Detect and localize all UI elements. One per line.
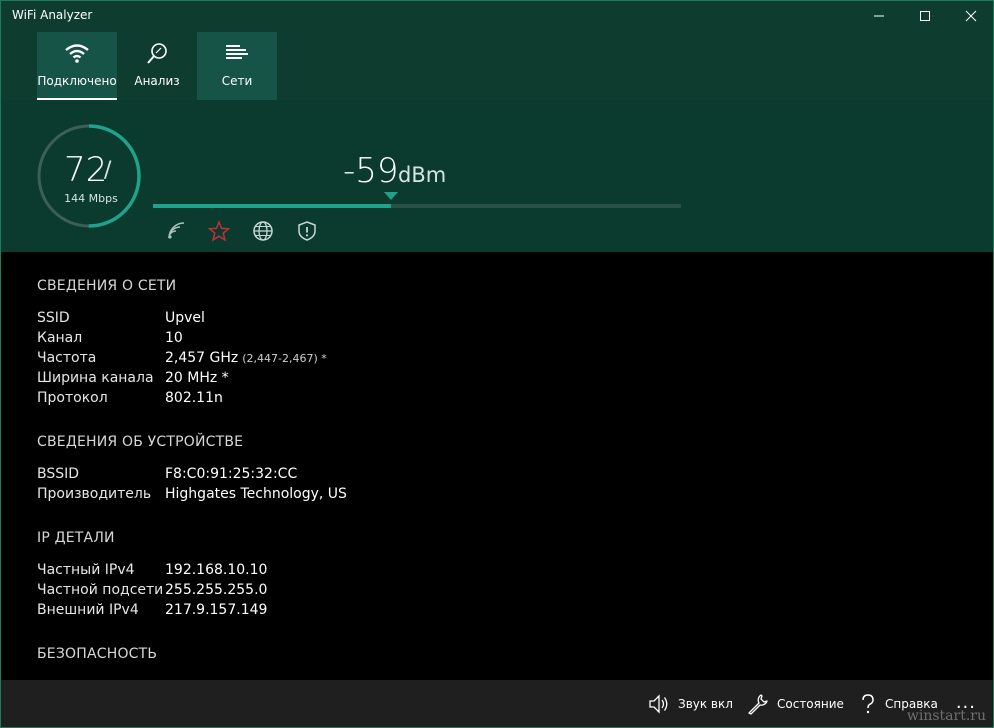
signal-strength-fill	[153, 204, 391, 208]
row-key: Протокол	[37, 390, 108, 406]
link-speed-max: 144 Mbps	[64, 192, 118, 205]
wrench-icon	[748, 694, 768, 715]
title-bar: WiFi Analyzer	[0, 0, 994, 32]
sound-toggle-button[interactable]: Звук вкл	[648, 680, 733, 728]
tab-analysis-label: Анализ	[134, 74, 180, 88]
row-value: 10	[165, 330, 183, 346]
ip-details-heading: IP ДЕТАЛИ	[37, 530, 115, 546]
signal-strength-value: -59	[343, 151, 399, 191]
external-ipv4-value: 217.9.157.149	[165, 602, 268, 618]
shield-icon	[298, 221, 316, 241]
network-info-heading: СВЕДЕНИЯ О СЕТИ	[37, 278, 177, 294]
tab-networks[interactable]: Сети	[197, 32, 277, 100]
watermark: winstart.ru	[906, 708, 986, 724]
row-value: 802.11n	[165, 390, 223, 406]
row-key: Частота	[37, 350, 97, 366]
ssid-value: Upvel	[165, 310, 205, 326]
row-value: Upvel	[165, 310, 205, 326]
tab-connected-label: Подключено	[37, 74, 117, 88]
tab-networks-label: Сети	[221, 74, 253, 88]
minimize-button[interactable]	[856, 0, 902, 32]
globe-icon	[253, 221, 273, 241]
wifi-weak-icon	[168, 222, 185, 239]
frequency-value: 2,457 GHz	[165, 350, 239, 366]
row-key: Канал	[37, 330, 83, 346]
signal-strength-bar	[153, 204, 681, 208]
device-info-heading: СВЕДЕНИЯ ОБ УСТРОЙСТВЕ	[37, 434, 244, 450]
link-speed-slash: /	[104, 158, 112, 183]
status-internet[interactable]	[252, 220, 274, 242]
speaker-icon	[649, 694, 668, 714]
maximize-icon	[920, 11, 930, 21]
wifi-icon	[65, 44, 89, 63]
row-value: 2,457 GHz (2,447-2,467) *	[165, 350, 327, 366]
nav-bar: Подключено Анализ Сети	[0, 32, 994, 100]
star-icon	[207, 220, 231, 242]
private-ipv4-value: 192.168.10.10	[165, 562, 268, 578]
row-key: SSID	[37, 310, 70, 326]
signal-strength-unit: dBm	[398, 163, 447, 187]
row-key: BSSID	[37, 466, 80, 482]
row-key: Внешний IPv4	[37, 602, 139, 618]
minimize-icon	[874, 15, 884, 17]
signal-marker	[384, 192, 398, 200]
row-key: Ширина канала	[37, 370, 154, 386]
link-speed-value: 72	[64, 150, 108, 190]
manufacturer-value: Highgates Technology, US	[165, 486, 347, 502]
status-favorite[interactable]	[207, 220, 231, 242]
status-security[interactable]	[296, 220, 318, 242]
row-key: Производитель	[37, 486, 152, 502]
maximize-button[interactable]	[902, 0, 948, 32]
tab-connected[interactable]: Подключено	[37, 32, 117, 100]
connection-summary: 72 / 144 Mbps -59 dBm	[0, 100, 994, 252]
command-bar: Звук вкл Состояние Справка ...	[0, 680, 994, 728]
subnet-mask-value: 255.255.255.0	[165, 582, 268, 598]
protocol-value: 802.11n	[165, 390, 223, 406]
close-icon	[965, 10, 977, 22]
row-key: Частный IPv4	[37, 562, 135, 578]
app-title: WiFi Analyzer	[12, 8, 93, 22]
status-wifi-weak[interactable]	[166, 220, 188, 242]
channel-value: 10	[165, 330, 183, 346]
state-label: Состояние	[777, 697, 844, 711]
sound-toggle-label: Звук вкл	[678, 697, 733, 711]
tab-analysis[interactable]: Анализ	[117, 32, 197, 100]
channel-width-value: 20 MHz *	[165, 370, 229, 386]
security-heading: БЕЗОПАСНОСТЬ	[37, 646, 158, 662]
frequency-range: (2,447-2,467) *	[242, 352, 327, 365]
list-icon	[226, 45, 248, 59]
magnifier-icon	[147, 43, 167, 64]
bssid-value: F8:C0:91:25:32:CC	[165, 466, 298, 482]
row-value: 20 MHz *	[165, 370, 229, 386]
row-key: Частной подсети	[37, 582, 164, 598]
state-button[interactable]: Состояние	[747, 680, 844, 728]
close-button[interactable]	[948, 0, 994, 32]
question-icon	[862, 694, 874, 714]
